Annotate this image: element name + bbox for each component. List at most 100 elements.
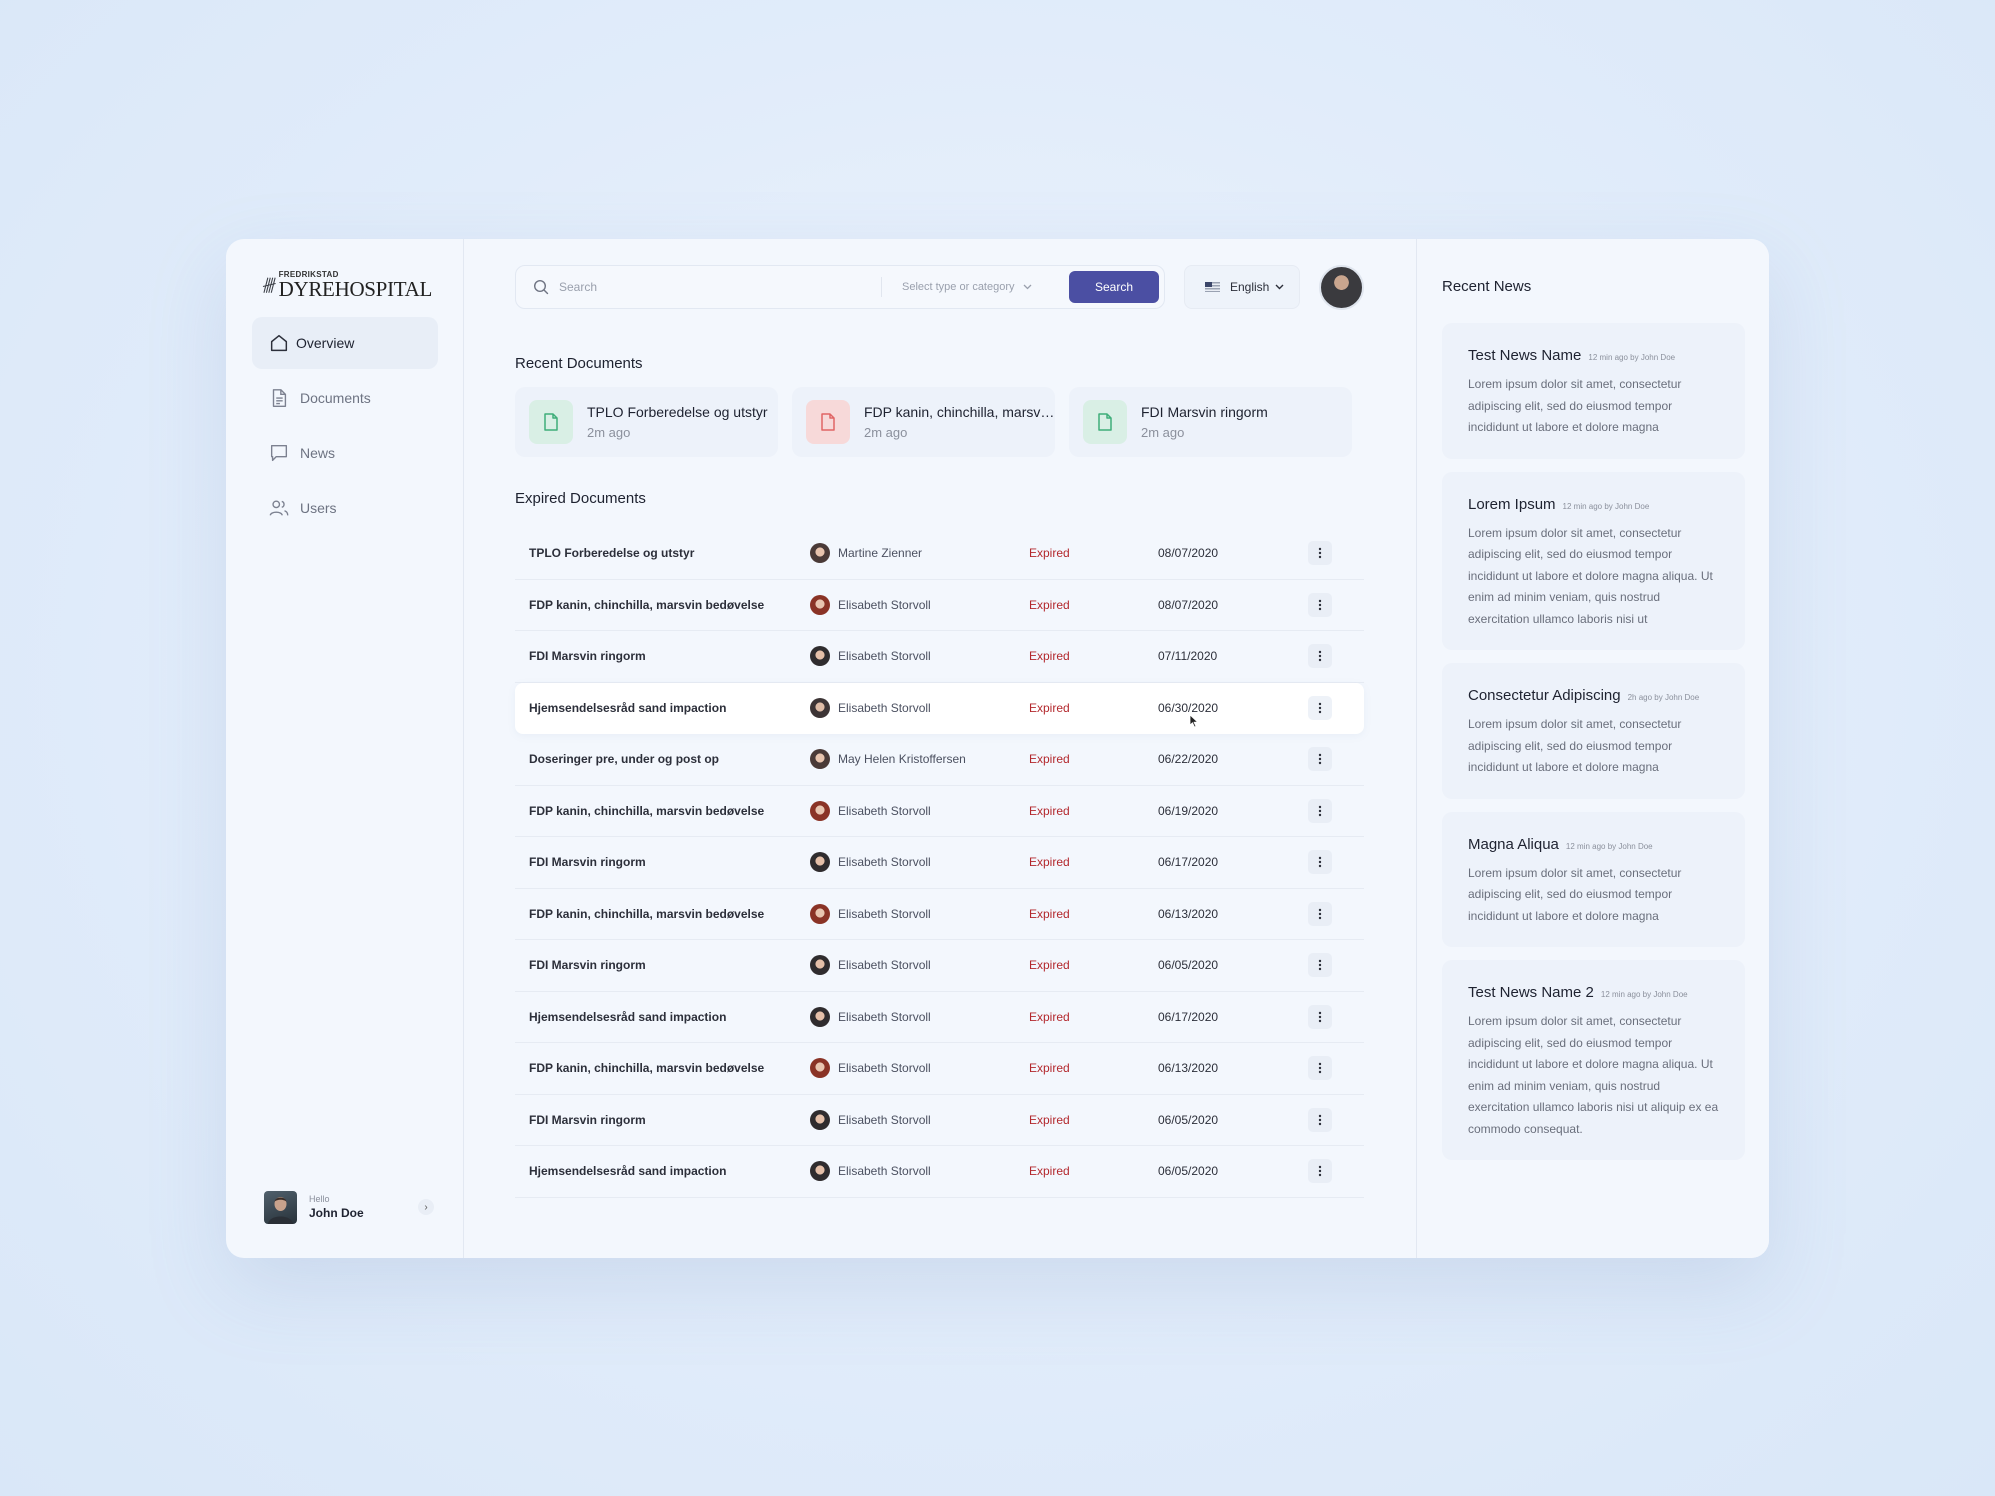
recent-document-card[interactable]: FDP kanin, chinchilla, marsvin bedøvelse… [792, 387, 1055, 457]
news-card[interactable]: Consectetur Adipiscing 2h ago by John Doe… [1442, 663, 1745, 799]
status-badge: Expired [1029, 1112, 1070, 1127]
sidebar-item-label: News [300, 445, 336, 461]
recent-document-title: TPLO Forberedelse og utstyr [587, 404, 768, 420]
news-body: Lorem ipsum dolor sit amet, consectetur … [1468, 377, 1682, 434]
more-vertical-icon [1318, 857, 1322, 868]
more-options-button[interactable] [1308, 798, 1332, 823]
more-options-button[interactable] [1308, 953, 1332, 978]
document-title-cell: FDP kanin, chinchilla, marsvin bedøvelse [529, 597, 765, 612]
table-row[interactable]: FDP kanin, chinchilla, marsvin bedøvelse… [515, 580, 1364, 631]
sidebar-item-news[interactable]: News [252, 427, 438, 479]
category-select[interactable]: Select type or category [902, 281, 1042, 293]
document-title-cell: FDI Marsvin ringorm [529, 649, 646, 664]
table-row[interactable]: Hjemsendelsesråd sand impaction Elisabeth… [515, 1146, 1364, 1198]
status-badge: Expired [1029, 1061, 1070, 1076]
more-options-button[interactable] [1308, 1056, 1332, 1081]
document-title-cell: FDP kanin, chinchilla, marsvin bedøvelse [529, 803, 765, 818]
owner-name: Elisabeth Storvoll [838, 649, 931, 664]
user-name: John Doe [309, 1206, 364, 1220]
sidebar-nav: Overview Documents News Users [252, 317, 438, 537]
category-select-label: Select type or category [902, 281, 1015, 293]
table-row[interactable]: FDI Marsvin ringorm Elisabeth Storvoll Exp… [515, 631, 1364, 683]
avatar [264, 1190, 297, 1224]
more-vertical-icon [1318, 1011, 1322, 1022]
us-flag-icon [1205, 282, 1220, 292]
date-cell: 06/30/2020 [1158, 700, 1219, 715]
sidebar-item-users[interactable]: Users [252, 482, 438, 534]
news-body: Lorem ipsum dolor sit amet, consectetur … [1468, 865, 1682, 923]
owner-name: Elisabeth Storvoll [838, 597, 931, 612]
table-row[interactable]: FDI Marsvin ringorm Elisabeth Storvoll Exp… [515, 940, 1364, 992]
profile-avatar[interactable] [1319, 265, 1364, 310]
table-row[interactable]: FDP kanin, chinchilla, marsvin bedøvelse… [515, 786, 1364, 837]
search-button[interactable]: Search [1069, 271, 1159, 303]
language-select[interactable]: English [1184, 265, 1300, 309]
recent-documents-title: Recent Documents [515, 355, 643, 372]
owner-cell: Elisabeth Storvoll [810, 1109, 1029, 1130]
table-row[interactable]: FDI Marsvin ringorm Elisabeth Storvoll Exp… [515, 1095, 1364, 1146]
more-options-button[interactable] [1308, 541, 1332, 566]
current-user-card[interactable]: Hello John Doe › [264, 1190, 434, 1224]
sidebar-item-overview[interactable]: Overview [252, 317, 438, 369]
more-options-button[interactable] [1308, 695, 1332, 720]
recent-document-card[interactable]: FDI Marsvin ringorm 2m ago [1069, 387, 1352, 457]
avatar [810, 1006, 830, 1027]
sidebar-item-documents[interactable]: Documents [252, 372, 438, 424]
logo-big-text: DYREHOSPITAL [278, 276, 433, 301]
news-title: Consectetur Adipiscing [1468, 687, 1621, 704]
user-greeting: Hello [309, 1194, 330, 1204]
more-vertical-icon [1318, 599, 1322, 610]
search-icon [533, 279, 549, 295]
chevron-down-icon [1023, 284, 1031, 290]
search-input[interactable] [559, 280, 879, 294]
more-vertical-icon [1318, 805, 1322, 816]
news-card[interactable]: Test News Name 12 min ago by John Doe Lore… [1442, 323, 1745, 459]
news-card[interactable]: Lorem Ipsum 12 min ago by John Doe Lorem i… [1442, 471, 1745, 650]
more-vertical-icon [1318, 548, 1322, 559]
more-vertical-icon [1318, 960, 1322, 971]
news-body: Lorem ipsum dolor sit amet, consectetur … [1468, 525, 1713, 626]
more-options-button[interactable] [1308, 1107, 1332, 1132]
table-row[interactable]: Hjemsendelsesråd sand impaction Elisabeth… [515, 682, 1364, 734]
recent-news-panel: Recent News Test News Name 12 min ago by … [1416, 239, 1769, 1258]
more-options-button[interactable] [1308, 1159, 1332, 1184]
status-badge: Expired [1029, 597, 1070, 612]
table-row[interactable]: TPLO Forberedelse og utstyr Martine Zienn… [515, 528, 1364, 580]
more-options-button[interactable] [1308, 901, 1332, 926]
owner-name: Elisabeth Storvoll [838, 700, 931, 715]
table-row[interactable]: Hjemsendelsesråd sand impaction Elisabeth… [515, 992, 1364, 1043]
table-row[interactable]: FDP kanin, chinchilla, marsvin bedøvelse… [515, 889, 1364, 940]
date-cell: 06/19/2020 [1158, 803, 1219, 818]
news-meta: 12 min ago by John Doe [1588, 353, 1676, 362]
owner-cell: Elisabeth Storvoll [810, 852, 1029, 873]
news-card[interactable]: Magna Aliqua 12 min ago by John Doe Lorem … [1442, 811, 1745, 947]
table-row[interactable]: FDI Marsvin ringorm Elisabeth Storvoll Exp… [515, 837, 1364, 889]
user-avatar-icon [268, 1196, 293, 1224]
more-options-button[interactable] [1308, 747, 1332, 772]
more-options-button[interactable] [1308, 592, 1332, 617]
table-row[interactable]: FDP kanin, chinchilla, marsvin bedøvelse… [515, 1043, 1364, 1095]
owner-cell: Martine Zienner [810, 543, 1029, 564]
document-title-cell: Hjemsendelsesråd sand impaction [529, 1164, 727, 1179]
owner-name: Elisabeth Storvoll [838, 1009, 931, 1024]
avatar [810, 1058, 830, 1079]
hospital-logo[interactable]: FREDRIKSTAD DYREHOSPITAL [262, 265, 432, 305]
more-options-button[interactable] [1308, 644, 1332, 669]
date-cell: 06/13/2020 [1158, 1061, 1219, 1076]
sidebar-item-label: Users [300, 500, 337, 516]
owner-name: Elisabeth Storvoll [838, 1112, 931, 1127]
expired-documents-title: Expired Documents [515, 490, 646, 507]
table-row[interactable]: Doseringer pre, under og post op May Hele… [515, 734, 1364, 786]
home-icon [270, 334, 288, 352]
news-card[interactable]: Test News Name 2 12 min ago by John Doe Lo… [1442, 960, 1745, 1160]
more-options-button[interactable] [1308, 1004, 1332, 1029]
chevron-right-icon[interactable]: › [418, 1199, 434, 1215]
recent-document-time: 2m ago [1141, 425, 1185, 440]
owner-name: Elisabeth Storvoll [838, 803, 931, 818]
recent-document-time: 2m ago [587, 425, 631, 440]
owner-name: May Helen Kristoffersen [838, 752, 966, 767]
recent-document-card[interactable]: TPLO Forberedelse og utstyr 2m ago [515, 387, 778, 457]
avatar [810, 852, 830, 873]
document-title-cell: FDP kanin, chinchilla, marsvin bedøvelse [529, 906, 765, 921]
more-options-button[interactable] [1308, 850, 1332, 875]
